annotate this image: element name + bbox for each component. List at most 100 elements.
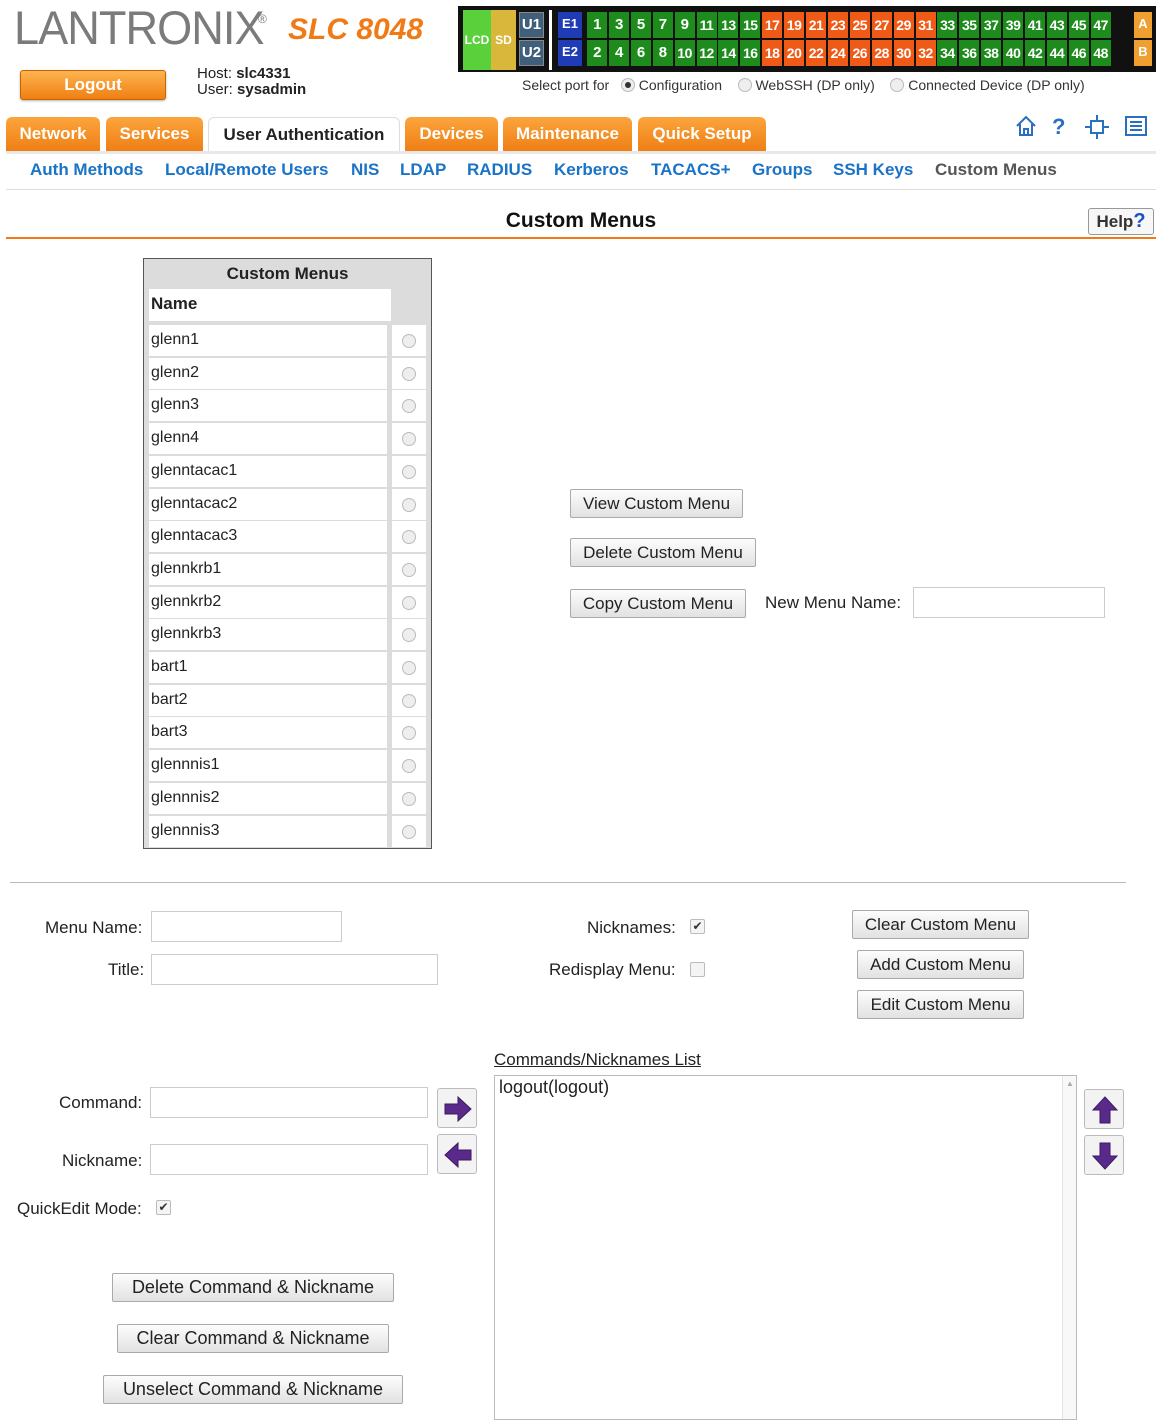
port-24[interactable]: 24 xyxy=(827,40,848,66)
subnav-auth-methods[interactable]: Auth Methods xyxy=(30,160,143,180)
port-1[interactable]: 1 xyxy=(587,12,607,38)
table-row[interactable]: bart2 xyxy=(149,684,426,716)
port-16[interactable]: 16 xyxy=(740,40,761,66)
move-up-button[interactable] xyxy=(1084,1089,1124,1129)
row-select-radio[interactable] xyxy=(402,432,416,447)
port-44[interactable]: 44 xyxy=(1046,40,1067,66)
delete-command-nickname-button[interactable]: Delete Command & Nickname xyxy=(112,1273,394,1302)
usb-u2[interactable]: U2 xyxy=(519,40,544,66)
row-select-radio[interactable] xyxy=(402,497,416,512)
view-custom-menu-button[interactable]: View Custom Menu xyxy=(570,489,743,518)
tab-network[interactable]: Network xyxy=(6,117,100,153)
port-28[interactable]: 28 xyxy=(871,40,892,66)
radio-configuration[interactable] xyxy=(620,78,635,92)
nicknames-checkbox[interactable]: ✔ xyxy=(690,919,705,934)
row-select-radio[interactable] xyxy=(402,628,416,643)
clear-custom-menu-button[interactable]: Clear Custom Menu xyxy=(852,910,1029,939)
port-36[interactable]: 36 xyxy=(959,40,980,66)
delete-custom-menu-button[interactable]: Delete Custom Menu xyxy=(570,538,756,567)
row-select-radio[interactable] xyxy=(402,334,416,348)
port-34[interactable]: 34 xyxy=(937,40,958,66)
table-row[interactable]: glenntacac3 xyxy=(149,521,426,553)
add-to-list-button[interactable] xyxy=(437,1088,477,1128)
table-row[interactable]: glenntacac1 xyxy=(149,455,426,487)
tab-quick-setup[interactable]: Quick Setup xyxy=(638,117,766,153)
port-45[interactable]: 45 xyxy=(1068,12,1089,38)
port-23[interactable]: 23 xyxy=(827,12,848,38)
subnav-nis[interactable]: NIS xyxy=(351,160,379,180)
command-input[interactable] xyxy=(150,1087,428,1118)
port-39[interactable]: 39 xyxy=(1003,12,1024,38)
table-row[interactable]: glenn2 xyxy=(149,357,426,389)
row-select-radio[interactable] xyxy=(402,661,416,675)
table-row[interactable]: glenn3 xyxy=(149,390,426,422)
row-select-radio[interactable] xyxy=(402,824,416,839)
list-item[interactable]: logout(logout) xyxy=(499,1077,609,1098)
add-custom-menu-button[interactable]: Add Custom Menu xyxy=(857,950,1024,979)
port-30[interactable]: 30 xyxy=(893,40,914,66)
subnav-ldap[interactable]: LDAP xyxy=(400,160,446,180)
port-26[interactable]: 26 xyxy=(849,40,870,66)
port-47[interactable]: 47 xyxy=(1090,12,1111,38)
port-3[interactable]: 3 xyxy=(608,12,629,38)
port-40[interactable]: 40 xyxy=(1003,40,1024,66)
copy-custom-menu-button[interactable]: Copy Custom Menu xyxy=(570,589,746,618)
port-31[interactable]: 31 xyxy=(915,12,936,38)
port-6[interactable]: 6 xyxy=(630,40,651,66)
help-icon[interactable]: ? xyxy=(1052,114,1065,140)
subnav-groups[interactable]: Groups xyxy=(752,160,812,180)
port-27[interactable]: 27 xyxy=(871,12,892,38)
radio-connected-device[interactable] xyxy=(890,78,905,92)
port-15[interactable]: 15 xyxy=(740,12,761,38)
port-4[interactable]: 4 xyxy=(608,40,629,66)
row-select-radio[interactable] xyxy=(402,530,416,545)
row-select-radio[interactable] xyxy=(402,562,416,577)
subnav-tacacs[interactable]: TACACS+ xyxy=(651,160,731,180)
port-33[interactable]: 33 xyxy=(937,12,958,38)
row-select-radio[interactable] xyxy=(402,759,416,774)
usb-u1[interactable]: U1 xyxy=(519,12,544,38)
subnav-radius[interactable]: RADIUS xyxy=(467,160,532,180)
clear-command-nickname-button[interactable]: Clear Command & Nickname xyxy=(117,1324,389,1353)
list-scrollbar[interactable]: ▲ xyxy=(1062,1076,1076,1419)
port-13[interactable]: 13 xyxy=(718,12,739,38)
tab-maintenance[interactable]: Maintenance xyxy=(503,117,632,153)
table-row[interactable]: glennkrb1 xyxy=(149,553,426,585)
commands-list[interactable]: logout(logout) ▲ xyxy=(494,1075,1077,1420)
table-row[interactable]: glennnis1 xyxy=(149,750,426,782)
port-46[interactable]: 46 xyxy=(1068,40,1089,66)
row-select-radio[interactable] xyxy=(402,399,416,414)
tab-services[interactable]: Services xyxy=(106,117,203,153)
subnav-ssh-keys[interactable]: SSH Keys xyxy=(833,160,913,180)
port-20[interactable]: 20 xyxy=(784,40,805,66)
table-row[interactable]: glenntacac2 xyxy=(149,488,426,520)
new-menu-name-input[interactable] xyxy=(913,587,1105,618)
nickname-input[interactable] xyxy=(150,1144,428,1175)
port-29[interactable]: 29 xyxy=(893,12,914,38)
table-row[interactable]: glenn1 xyxy=(149,325,426,356)
unselect-command-nickname-button[interactable]: Unselect Command & Nickname xyxy=(103,1375,403,1404)
remove-from-list-button[interactable] xyxy=(437,1134,477,1174)
edit-custom-menu-button[interactable]: Edit Custom Menu xyxy=(857,990,1024,1019)
move-down-button[interactable] xyxy=(1084,1135,1124,1175)
port-22[interactable]: 22 xyxy=(806,40,826,66)
row-select-radio[interactable] xyxy=(402,791,416,806)
tab-user-authentication[interactable]: User Authentication xyxy=(208,117,400,153)
home-icon[interactable] xyxy=(1014,114,1038,144)
port-42[interactable]: 42 xyxy=(1025,40,1045,66)
port-2[interactable]: 2 xyxy=(587,40,607,66)
row-select-radio[interactable] xyxy=(402,693,416,708)
table-row[interactable]: glennkrb2 xyxy=(149,586,426,618)
port-18[interactable]: 18 xyxy=(762,40,783,66)
table-row[interactable]: glennnis2 xyxy=(149,782,426,814)
logout-button[interactable]: Logout xyxy=(20,70,166,100)
port-38[interactable]: 38 xyxy=(981,40,1002,66)
port-7[interactable]: 7 xyxy=(652,12,673,38)
subnav-kerberos[interactable]: Kerberos xyxy=(554,160,629,180)
sitemap-icon[interactable] xyxy=(1084,114,1110,146)
subnav-custom-menus[interactable]: Custom Menus xyxy=(935,160,1057,180)
port-8[interactable]: 8 xyxy=(652,40,673,66)
port-12[interactable]: 12 xyxy=(696,40,717,66)
tab-devices[interactable]: Devices xyxy=(405,117,498,153)
table-row[interactable]: glenn4 xyxy=(149,423,426,455)
